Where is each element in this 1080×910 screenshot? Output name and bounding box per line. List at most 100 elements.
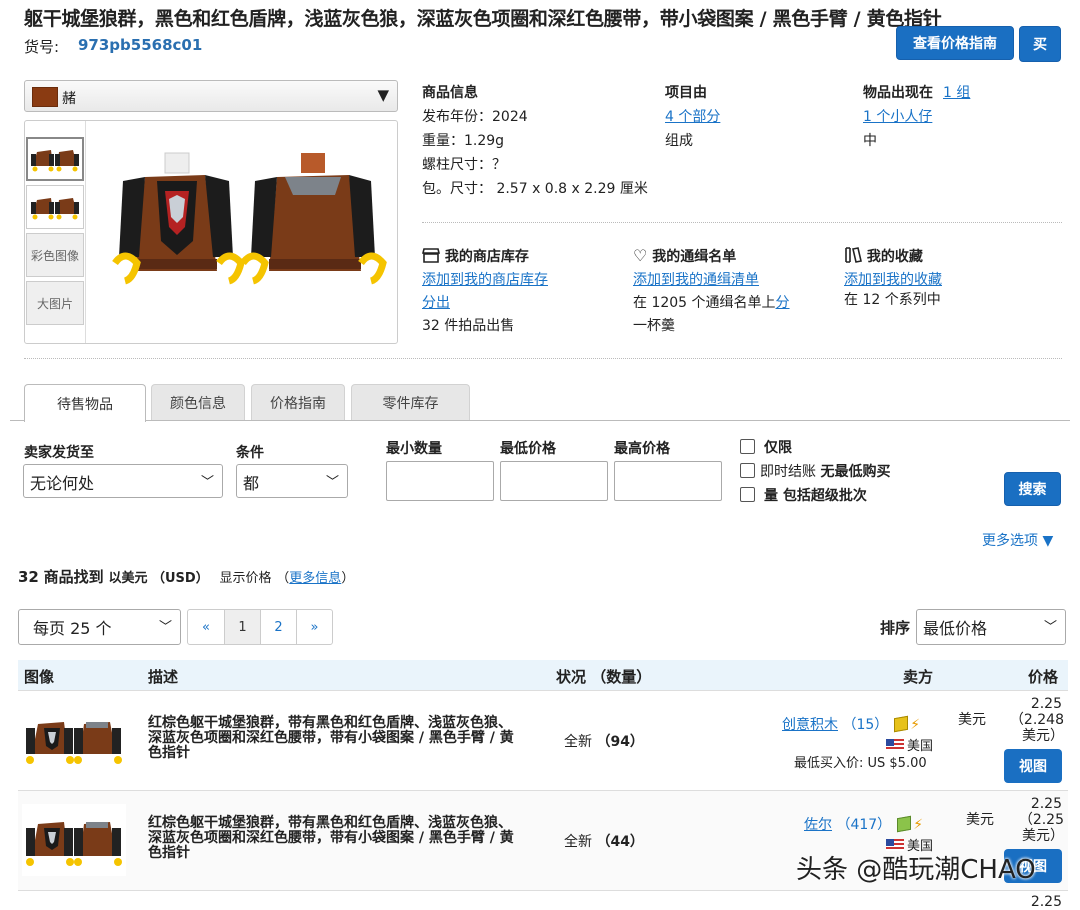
- instant-checkout-label: 即时结账 无最低购买: [760, 461, 890, 481]
- first-page-button[interactable]: «: [187, 609, 225, 645]
- add-to-collection-link[interactable]: 添加到我的收藏: [844, 269, 942, 289]
- price-guide-button[interactable]: 查看价格指南: [896, 26, 1014, 60]
- large-image-thumb[interactable]: 大图片: [26, 281, 84, 325]
- col-description: 描述: [148, 668, 179, 686]
- collection-sets: 在 12 个系列中: [844, 292, 941, 308]
- collection-title: 我的收藏: [844, 246, 923, 266]
- row-condition-text: 全新: [564, 834, 592, 850]
- instant-checkout-checkbox[interactable]: [740, 463, 755, 478]
- books-icon: [845, 247, 862, 263]
- row-product-image[interactable]: [22, 804, 126, 876]
- results-summary: 32 商品找到 以美元 （USD） 显示价格 （更多信息）: [18, 566, 354, 587]
- chevron-down-icon: ﹀: [1043, 620, 1057, 635]
- page-2-button[interactable]: 2: [260, 609, 297, 645]
- last-page-button[interactable]: »: [296, 609, 333, 645]
- box-icon: [897, 815, 912, 833]
- consists-of-title: 项目由: [665, 85, 707, 101]
- tab-baseline: [10, 420, 1070, 421]
- parts-link[interactable]: 4 个部分: [665, 106, 720, 126]
- per-page-select[interactable]: 每页 25 个 ﹀: [18, 609, 181, 645]
- release-year: 发布年份：2024: [422, 109, 528, 125]
- row-price-currency: 美元: [958, 712, 986, 728]
- sort-select[interactable]: 最低价格 ﹀: [916, 609, 1066, 645]
- add-to-store-link[interactable]: 添加到我的商店库存: [422, 269, 548, 289]
- tab-part-inventory[interactable]: 零件库存: [351, 384, 470, 420]
- wanted-split-link[interactable]: 分: [776, 295, 790, 311]
- add-to-wanted-link[interactable]: 添加到我的通缉清单: [633, 269, 759, 289]
- seller-link[interactable]: 创意积木: [782, 717, 838, 733]
- search-button[interactable]: 搜索: [1004, 472, 1061, 506]
- col-condition: 状况 （数量）: [556, 668, 652, 686]
- row-price-currency: 美元: [966, 812, 994, 828]
- thumbnail-back[interactable]: [26, 185, 84, 229]
- min-price-input[interactable]: [500, 461, 608, 501]
- row-seller: 佐尔 （417） ⚡: [804, 814, 923, 834]
- thumbnail-front[interactable]: [26, 137, 84, 181]
- in-label: 中: [863, 133, 877, 149]
- product-image: [112, 152, 387, 285]
- color-select[interactable]: 赭 ▼: [24, 80, 398, 112]
- include-bulk-text: 包括超级批次: [782, 488, 867, 504]
- minifig-link[interactable]: 1 个小人仔: [863, 106, 932, 126]
- divider: [24, 358, 1062, 359]
- currency-note: 以美元 （USD）: [108, 571, 209, 586]
- appears-set-link[interactable]: 1 组: [943, 82, 970, 102]
- more-info-link[interactable]: 更多信息: [289, 571, 341, 586]
- seller-link[interactable]: 佐尔: [804, 817, 832, 833]
- row-product-image[interactable]: [22, 712, 126, 768]
- row-description[interactable]: 红棕色躯干城堡狼群，带有黑色和红色盾牌、浅蓝灰色狼、深蓝灰色项圈和深红色腰带，带…: [148, 816, 520, 861]
- seller-feedback-link[interactable]: （417）: [836, 817, 891, 833]
- split-link[interactable]: 分出: [422, 292, 450, 312]
- row-quantity: （94）: [596, 734, 644, 750]
- product-info-title: 商品信息: [422, 85, 478, 101]
- color-image-thumb[interactable]: 彩色图像: [26, 233, 84, 277]
- box-icon: [894, 715, 909, 733]
- result-count: 32: [18, 568, 39, 586]
- seller-feedback-link[interactable]: （15）: [842, 717, 888, 733]
- buy-button[interactable]: 买: [1019, 26, 1061, 62]
- wanted-title-text: 我的通缉名单: [652, 249, 737, 265]
- min-qty-input[interactable]: [386, 461, 494, 501]
- image-gallery: 彩色图像 大图片: [24, 120, 398, 344]
- sort-label: 排序: [880, 619, 911, 637]
- ships-to-label: 卖家发货至: [24, 445, 94, 461]
- condition-select[interactable]: 都 ﹀: [236, 464, 348, 498]
- watermark: 头条 @酷玩潮CHAO: [796, 855, 1036, 885]
- page-1-button[interactable]: 1: [224, 609, 261, 645]
- torso-thumb-icon: [31, 198, 79, 220]
- active-tab-cover: [25, 419, 145, 422]
- heart-icon: ♡: [633, 246, 648, 265]
- row-price-alt: （2.25 美元）: [1018, 812, 1064, 844]
- row-description[interactable]: 红棕色躯干城堡狼群，带有黑色和红色盾牌、浅蓝灰色狼、深蓝灰色项圈和深红色腰带，带…: [148, 716, 520, 761]
- row-min-buy: 最低买入价: US $5.00: [794, 756, 927, 771]
- chevron-down-icon: ﹀: [325, 475, 339, 490]
- view-button[interactable]: 视图: [1004, 749, 1062, 783]
- row-price-main: 2.25: [1030, 894, 1062, 910]
- item-number-label: 货号:: [24, 38, 60, 56]
- divider: [85, 121, 86, 343]
- table-row: [18, 890, 1068, 906]
- col-image: 图像: [24, 668, 55, 686]
- only-checkbox[interactable]: [740, 439, 755, 454]
- stud-size: 螺柱尺寸：？: [422, 157, 506, 173]
- wanted-count-text: 在 1205 个通缉名单上: [633, 295, 776, 311]
- condition-label: 条件: [236, 445, 264, 461]
- ships-to-select[interactable]: 无论何处 ﹀: [23, 464, 223, 498]
- color-swatch: [32, 87, 58, 107]
- tab-color-info[interactable]: 颜色信息: [151, 384, 245, 420]
- lots-for-sale: 32 件拍品出售: [422, 318, 515, 334]
- item-number: 973pb5568c01: [78, 36, 203, 54]
- more-options-link[interactable]: 更多选项 ▼: [982, 530, 1053, 550]
- tab-for-sale[interactable]: 待售物品: [24, 384, 146, 422]
- max-price-input[interactable]: [614, 461, 722, 501]
- min-price-label: 最低价格: [500, 441, 556, 457]
- store-icon: [421, 248, 441, 263]
- page-title: 躯干城堡狼群，黑色和红色盾牌，浅蓝灰色狼，深蓝灰色项圈和深红色腰带，带小袋图案 …: [24, 8, 942, 30]
- col-price: 价格: [1028, 668, 1059, 686]
- sort-value: 最低价格: [923, 619, 988, 638]
- package-size: 包。尺寸： 2.57 x 0.8 x 2.29 厘米: [422, 181, 648, 197]
- tab-price-guide[interactable]: 价格指南: [251, 384, 345, 420]
- bulk-checkbox[interactable]: [740, 487, 755, 502]
- wanted-count: 在 1205 个通缉名单上分: [633, 292, 790, 312]
- row-condition: 全新 （44）: [564, 831, 644, 851]
